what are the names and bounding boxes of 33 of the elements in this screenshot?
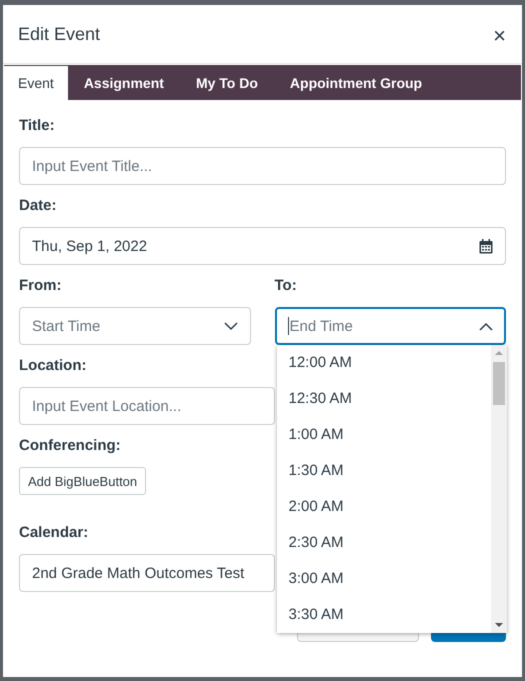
time-option[interactable]: 2:00 AM (276, 489, 490, 525)
field-label: Date: (19, 196, 57, 216)
field-label: Title: (19, 116, 55, 136)
time-option[interactable]: 3:00 AM (276, 561, 490, 597)
time-option[interactable]: 12:00 AM (276, 345, 490, 381)
chevron-up-icon (479, 322, 493, 330)
scrollbar[interactable] (490, 345, 506, 633)
title-field[interactable]: Input Event Title... (19, 147, 506, 185)
time-select[interactable]: End Time (274, 307, 506, 345)
field-label: To: (274, 276, 297, 296)
time-dropdown-menu[interactable]: 12:00 AM 12:30 AM 1:00 AM 1:30 AM 2:00 AM 2:30 AM 3:00 AM 3:30 AM (276, 345, 506, 633)
location-field[interactable]: Input Event Location... (19, 387, 275, 425)
calendar-icon[interactable] (479, 238, 493, 254)
tab[interactable]: Event (4, 66, 68, 100)
date-field[interactable]: Thu, Sep 1, 2022 (19, 227, 506, 265)
time-option[interactable]: 1:00 AM (276, 417, 490, 453)
time-option[interactable]: 12:30 AM (276, 381, 490, 417)
field-label: Conferencing: (19, 436, 121, 456)
time-option[interactable]: 1:30 AM (276, 453, 490, 489)
field-label: Location: (19, 356, 86, 376)
tab[interactable]: My To Do (180, 65, 274, 100)
add-conference-button[interactable]: Add BigBlueButton (19, 467, 146, 495)
calendar-select[interactable]: 2nd Grade Math Outcomes Test (19, 554, 275, 592)
time-select[interactable]: Start Time (19, 307, 250, 345)
tab[interactable]: Assignment (68, 65, 180, 100)
tab[interactable]: Appointment Group (274, 65, 438, 100)
field-label: From: (19, 276, 62, 296)
chevron-down-icon (224, 322, 238, 330)
field-label: Calendar: (19, 523, 88, 543)
dialog-title: Edit Event (18, 24, 100, 44)
time-option[interactable]: 2:30 AM (276, 525, 490, 561)
time-option[interactable]: 3:30 AM (276, 597, 490, 633)
close-button[interactable]: × (489, 23, 510, 49)
